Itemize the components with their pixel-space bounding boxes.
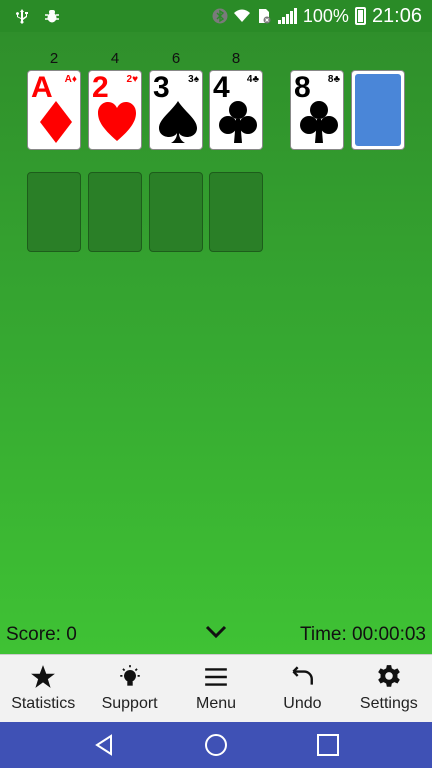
card-corner: 3♠ bbox=[188, 74, 199, 85]
spade-icon bbox=[159, 101, 197, 143]
gear-icon bbox=[377, 665, 400, 687]
club-icon bbox=[219, 101, 257, 143]
foundation-count-2: 4 bbox=[110, 50, 120, 67]
empty-slot-4[interactable] bbox=[209, 172, 263, 252]
foundation-count-4: 8 bbox=[231, 50, 241, 67]
battery-icon bbox=[354, 7, 366, 25]
support-button[interactable]: Support bbox=[86, 655, 172, 722]
undo-button[interactable]: Undo bbox=[259, 655, 345, 722]
foundation-card-ace-diamonds[interactable]: A A♦ bbox=[27, 70, 81, 150]
statistics-button[interactable]: Statistics bbox=[0, 655, 86, 722]
foundation-card-three-spades[interactable]: 3 3♠ bbox=[149, 70, 203, 150]
sim-icon bbox=[258, 9, 271, 24]
home-icon[interactable] bbox=[204, 733, 228, 757]
score-row: Score: 0 Time: 00:00:03 bbox=[0, 618, 432, 652]
recents-icon[interactable] bbox=[316, 733, 340, 757]
navigation-bar bbox=[0, 722, 432, 768]
star-icon bbox=[31, 665, 56, 688]
diamond-icon bbox=[40, 101, 72, 143]
empty-slot-1[interactable] bbox=[27, 172, 81, 252]
time-label: Time: 00:00:03 bbox=[299, 624, 426, 645]
foundation-count-3: 6 bbox=[171, 50, 181, 67]
empty-slot-3[interactable] bbox=[149, 172, 203, 252]
wifi-icon bbox=[233, 9, 250, 22]
bug-icon bbox=[45, 10, 59, 23]
card-corner: 8♣ bbox=[327, 74, 340, 85]
club-icon bbox=[300, 101, 338, 143]
chevron-down-icon[interactable] bbox=[204, 622, 228, 642]
status-bar: 100% 21:06 bbox=[0, 0, 432, 32]
statistics-label: Statistics bbox=[11, 695, 76, 712]
signal-icon bbox=[277, 8, 297, 24]
menu-button[interactable]: Menu bbox=[173, 655, 259, 722]
settings-label: Settings bbox=[359, 695, 418, 712]
usb-icon bbox=[16, 9, 28, 24]
card-corner: A♦ bbox=[64, 74, 77, 85]
card-back bbox=[355, 74, 401, 146]
foundation-card-two-hearts[interactable]: 2 2♥ bbox=[88, 70, 142, 150]
heart-icon bbox=[98, 102, 136, 141]
back-icon[interactable] bbox=[92, 733, 116, 757]
battery-percent: 100% bbox=[302, 5, 349, 26]
hamburger-menu-icon bbox=[205, 668, 227, 686]
foundation-count-1: 2 bbox=[49, 50, 59, 67]
support-label: Support bbox=[101, 695, 158, 712]
bottom-toolbar: Statistics Support Menu Undo Settings bbox=[0, 654, 432, 722]
menu-label: Menu bbox=[196, 695, 237, 712]
game-table: 2 4 6 8 A A♦ 2 2♥ 3 3♠ 4 4♣ 8 8♣ Score: … bbox=[0, 32, 432, 654]
bluetooth-icon bbox=[212, 8, 228, 24]
score-label: Score: 0 bbox=[6, 624, 77, 645]
settings-button[interactable]: Settings bbox=[346, 655, 432, 722]
card-corner: 2♥ bbox=[126, 74, 139, 85]
foundation-card-four-clubs[interactable]: 4 4♣ bbox=[209, 70, 263, 150]
undo-icon bbox=[292, 666, 314, 685]
card-corner: 4♣ bbox=[246, 74, 259, 85]
undo-label: Undo bbox=[283, 695, 322, 712]
clock: 21:06 bbox=[371, 4, 422, 27]
lightbulb-icon bbox=[119, 665, 140, 686]
waste-card-eight-clubs[interactable]: 8 8♣ bbox=[290, 70, 344, 150]
empty-slot-2[interactable] bbox=[88, 172, 142, 252]
stock-pile[interactable] bbox=[351, 70, 405, 150]
